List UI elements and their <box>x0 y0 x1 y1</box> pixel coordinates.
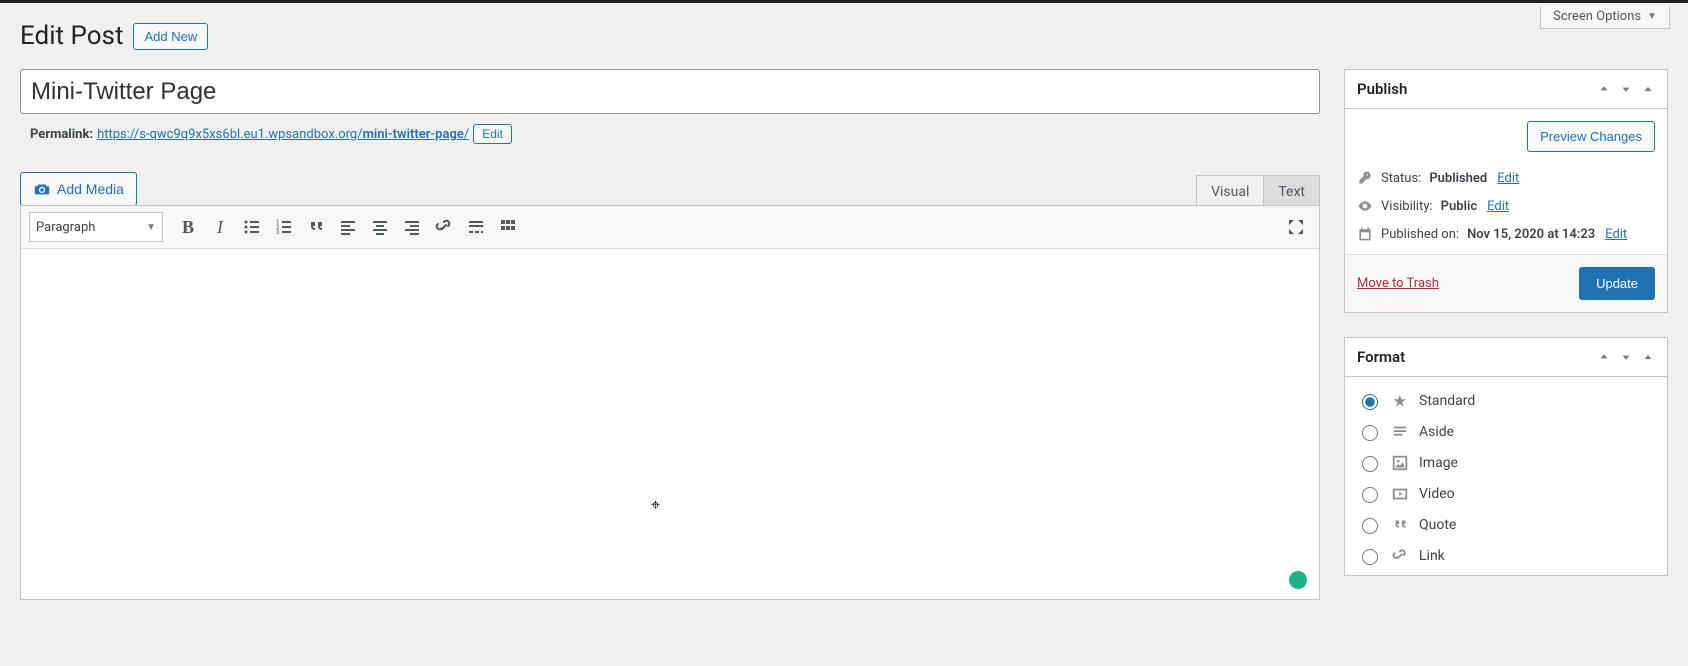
align-right-button[interactable] <box>397 213 427 241</box>
tab-text[interactable]: Text <box>1263 175 1320 206</box>
align-left-button[interactable] <box>333 213 363 241</box>
move-up-icon[interactable] <box>1597 350 1611 364</box>
align-center-button[interactable] <box>365 213 395 241</box>
add-media-button[interactable]: Add Media <box>20 172 137 206</box>
read-more-button[interactable] <box>461 213 491 241</box>
format-radio-image[interactable] <box>1362 456 1378 472</box>
status-indicator-icon <box>1289 571 1307 589</box>
page-title: Edit Post <box>20 21 123 51</box>
format-metabox: Format Standard Aside Image Video Quote Link <box>1344 337 1668 576</box>
image-icon <box>1391 454 1409 472</box>
format-label-video: Video <box>1419 486 1455 502</box>
permalink-edit-button[interactable]: Edit <box>473 124 512 144</box>
format-label-quote: Quote <box>1419 517 1456 533</box>
permalink-url[interactable]: https://s-qwc9q9x5xs6bl.eu1.wpsandbox.or… <box>97 127 469 142</box>
format-radio-link[interactable] <box>1362 549 1378 565</box>
fullscreen-button[interactable] <box>1281 213 1311 241</box>
format-label-link: Link <box>1419 548 1445 564</box>
format-option-aside[interactable]: Aside <box>1357 416 1655 447</box>
status-label: Status: <box>1381 171 1421 186</box>
published-value: Nov 15, 2020 at 14:23 <box>1467 227 1595 242</box>
video-icon <box>1391 485 1409 503</box>
blockquote-button[interactable] <box>301 213 331 241</box>
toggle-panel-icon[interactable] <box>1641 82 1655 96</box>
format-option-image[interactable]: Image <box>1357 447 1655 478</box>
format-radio-standard[interactable] <box>1362 394 1378 410</box>
key-icon <box>1357 170 1373 186</box>
post-title-input[interactable] <box>20 69 1320 114</box>
permalink-label: Permalink: <box>30 127 93 142</box>
publish-metabox: Publish Preview Changes Status: Publishe… <box>1344 69 1668 313</box>
status-edit-link[interactable]: Edit <box>1497 171 1519 186</box>
camera-icon <box>33 180 51 198</box>
block-format-select[interactable]: Paragraph ▼ <box>29 212 163 242</box>
add-new-button[interactable]: Add New <box>133 23 208 50</box>
move-up-icon[interactable] <box>1597 82 1611 96</box>
visibility-edit-link[interactable]: Edit <box>1487 199 1509 214</box>
toolbar-toggle-button[interactable] <box>493 213 523 241</box>
format-label-image: Image <box>1419 455 1458 471</box>
status-value: Published <box>1429 171 1487 186</box>
move-down-icon[interactable] <box>1619 350 1633 364</box>
format-option-link[interactable]: Link <box>1357 540 1655 571</box>
bullet-list-button[interactable] <box>237 213 267 241</box>
format-label-aside: Aside <box>1419 424 1454 440</box>
format-radio-video[interactable] <box>1362 487 1378 503</box>
bold-button[interactable]: B <box>173 213 203 241</box>
add-media-label: Add Media <box>57 181 124 197</box>
calendar-icon <box>1357 226 1373 242</box>
aside-icon <box>1391 423 1409 441</box>
chevron-down-icon: ▼ <box>146 222 156 233</box>
published-label: Published on: <box>1381 227 1459 242</box>
format-label-standard: Standard <box>1419 393 1475 409</box>
update-button[interactable]: Update <box>1579 267 1655 300</box>
visibility-value: Public <box>1441 199 1477 214</box>
preview-changes-button[interactable]: Preview Changes <box>1527 121 1655 152</box>
link-icon <box>1391 547 1409 565</box>
published-edit-link[interactable]: Edit <box>1605 227 1627 242</box>
format-radio-aside[interactable] <box>1362 425 1378 441</box>
format-option-standard[interactable]: Standard <box>1357 385 1655 416</box>
move-down-icon[interactable] <box>1619 82 1633 96</box>
numbered-list-button[interactable]: 123 <box>269 213 299 241</box>
editor-container: Paragraph ▼ B I 123 <box>20 205 1320 600</box>
format-title: Format <box>1357 348 1405 366</box>
svg-text:3: 3 <box>276 229 279 236</box>
editor-canvas[interactable]: ⌖ <box>21 249 1319 599</box>
publish-title: Publish <box>1357 80 1407 98</box>
toggle-panel-icon[interactable] <box>1641 350 1655 364</box>
quote-icon <box>1391 516 1409 534</box>
cursor-icon: ⌖ <box>651 495 660 515</box>
format-option-video[interactable]: Video <box>1357 478 1655 509</box>
link-button[interactable] <box>429 213 459 241</box>
eye-icon <box>1357 198 1373 214</box>
block-format-value: Paragraph <box>36 220 95 235</box>
italic-button[interactable]: I <box>205 213 235 241</box>
move-to-trash-link[interactable]: Move to Trash <box>1357 276 1439 291</box>
format-option-quote[interactable]: Quote <box>1357 509 1655 540</box>
visibility-label: Visibility: <box>1381 199 1433 214</box>
standard-icon <box>1391 392 1409 410</box>
format-radio-quote[interactable] <box>1362 518 1378 534</box>
tab-visual[interactable]: Visual <box>1196 175 1264 206</box>
